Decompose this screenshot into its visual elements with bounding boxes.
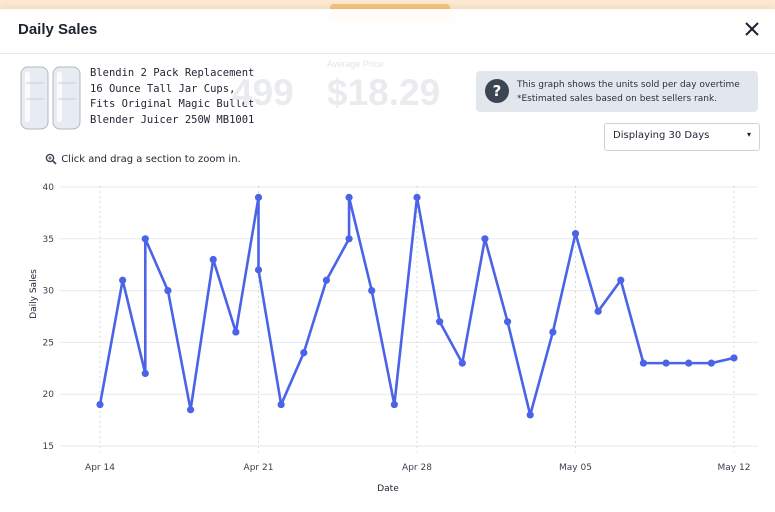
data-point	[549, 328, 557, 336]
data-point	[232, 328, 240, 336]
x-tick-label: Apr 28	[402, 463, 432, 473]
data-point	[390, 400, 398, 409]
data-point	[186, 406, 195, 414]
y-tick-label: 30	[43, 287, 55, 297]
data-point	[254, 266, 263, 274]
data-point	[526, 411, 534, 419]
data-point	[209, 255, 217, 264]
data-point	[141, 235, 149, 243]
daily-sales-chart[interactable]: 15 20 25 30 35 40 Apr 14 Apr 21 Apr 28 May 05 May…	[0, 0, 775, 512]
y-axis-label: Daily Sales	[29, 269, 39, 319]
y-tick-label: 25	[43, 338, 54, 348]
y-axis-ticks: 15 20 25 30 35 40	[43, 183, 55, 452]
data-point	[707, 359, 715, 367]
data-point	[481, 235, 489, 243]
data-point	[345, 235, 353, 243]
data-point	[503, 318, 512, 326]
x-tick-label: Apr 14	[85, 463, 115, 473]
y-tick-label: 15	[43, 442, 54, 452]
y-tick-label: 20	[43, 390, 55, 400]
data-point	[300, 349, 308, 357]
x-tick-label: May 05	[559, 463, 592, 473]
data-point	[96, 400, 104, 409]
x-tick-label: Apr 21	[244, 463, 274, 473]
data-point	[141, 369, 149, 378]
x-tick-label: May 12	[718, 463, 751, 473]
data-point	[571, 230, 580, 238]
data-point	[617, 276, 625, 284]
data-point	[639, 359, 648, 367]
data-point	[322, 276, 331, 284]
data-point	[436, 318, 444, 326]
data-point	[413, 193, 421, 201]
x-axis-ticks: Apr 14 Apr 21 Apr 28 May 05 May 12	[85, 463, 750, 473]
y-tick-label: 35	[43, 235, 54, 245]
data-point	[594, 307, 602, 315]
data-point	[277, 400, 285, 409]
x-axis-label: Date	[377, 484, 399, 494]
data-point	[345, 193, 353, 201]
chart-grid	[60, 186, 758, 447]
data-point	[458, 359, 466, 367]
y-tick-label: 40	[43, 183, 55, 193]
data-point	[254, 193, 263, 201]
data-point	[119, 276, 127, 284]
data-point	[730, 354, 738, 362]
chart-date-gridlines	[99, 186, 735, 452]
data-point	[368, 287, 376, 295]
data-point	[164, 287, 172, 295]
data-point	[685, 359, 693, 367]
data-point	[662, 359, 670, 367]
